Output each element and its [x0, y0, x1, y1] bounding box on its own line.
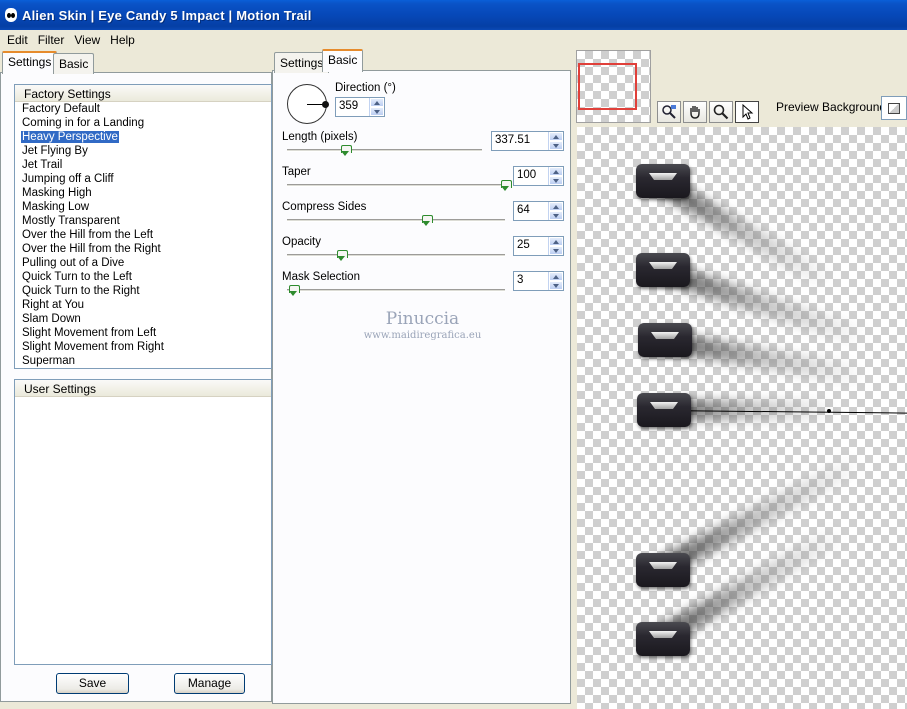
navigator-thumbnail[interactable] [576, 50, 651, 123]
preset-item[interactable]: Heavy Perspective [15, 130, 271, 144]
menu-view[interactable]: View [69, 33, 105, 47]
menu-help[interactable]: Help [105, 33, 140, 47]
taper-label: Taper [282, 166, 311, 178]
length-label: Length (pixels) [282, 131, 358, 143]
mask-selection-label: Mask Selection [282, 271, 360, 283]
tab-basic-mid[interactable]: Basic [322, 49, 364, 72]
compress-sides-field[interactable]: 64 [513, 201, 564, 221]
direction-guide-handle[interactable] [827, 409, 831, 413]
trail-object-2 [636, 253, 690, 287]
tab-basic-left[interactable]: Basic [53, 53, 95, 74]
title-bar: Alien Skin | Eye Candy 5 Impact | Motion… [0, 0, 907, 30]
length-slider-thumb[interactable] [341, 145, 352, 156]
factory-settings-header: Factory Settings [15, 85, 271, 102]
taper-slider-track[interactable] [287, 184, 505, 187]
taper-slider-thumb[interactable] [500, 180, 512, 191]
opacity-field[interactable]: 25 [513, 236, 564, 256]
compress-sides-slider-track[interactable] [287, 219, 505, 222]
preset-item[interactable]: Coming in for a Landing [15, 116, 271, 130]
save-button[interactable]: Save [56, 673, 129, 694]
hand-tool-icon[interactable] [683, 101, 707, 123]
watermark-name: Pinuccia [385, 309, 460, 329]
taper-field[interactable]: 100 [513, 166, 564, 186]
mask-selection-field[interactable]: 3 [513, 271, 564, 291]
user-settings-header: User Settings [15, 380, 271, 397]
settings-panel: Factory Settings Factory Default Coming i… [0, 72, 272, 702]
trail-object-3 [638, 323, 692, 357]
watermark-url: www.maidiregrafica.eu [363, 330, 482, 341]
direction-field[interactable]: 359 [335, 97, 385, 117]
factory-settings-list[interactable]: Factory Settings Factory Default Coming i… [14, 84, 272, 369]
preset-item[interactable]: Superman [15, 354, 271, 368]
trail-object-1 [636, 164, 690, 198]
preview-background-swatch[interactable] [881, 96, 907, 120]
trail-object-4 [637, 393, 691, 427]
opacity-slider-track[interactable] [287, 254, 505, 257]
preset-item[interactable]: Jet Flying By [15, 144, 271, 158]
window-title: Alien Skin | Eye Candy 5 Impact | Motion… [22, 7, 312, 23]
alien-skin-icon [4, 7, 18, 23]
preset-item[interactable]: Pulling out of a Dive [15, 256, 271, 270]
compress-sides-label: Compress Sides [282, 201, 367, 213]
preset-item[interactable]: Masking Low [15, 200, 271, 214]
length-field[interactable]: 337.51 [491, 131, 564, 151]
direction-label: Direction (°) [335, 82, 396, 94]
length-slider-track[interactable] [287, 149, 482, 152]
preset-item[interactable]: Factory Default [15, 102, 271, 116]
preview-area: Preview Background: [575, 49, 907, 709]
preview-background-label: Preview Background: [776, 100, 890, 114]
preset-item[interactable]: Over the Hill from the Left [15, 228, 271, 242]
navigator-view-rect[interactable] [578, 63, 637, 110]
zoom-fit-tool[interactable] [657, 101, 681, 123]
preset-item[interactable]: Slam Down [15, 312, 271, 326]
preset-item[interactable]: Slight Movement from Left [15, 326, 271, 340]
direction-dial[interactable] [287, 84, 329, 124]
preset-item[interactable]: Jumping off a Cliff [15, 172, 271, 186]
opacity-slider-thumb[interactable] [337, 250, 348, 261]
menu-bar: Edit Filter View Help [0, 30, 907, 49]
opacity-label: Opacity [282, 236, 321, 248]
mask-selection-slider-track[interactable] [287, 289, 505, 292]
preset-item[interactable]: Quick Turn to the Left [15, 270, 271, 284]
manage-button[interactable]: Manage [174, 673, 245, 694]
preset-items: Factory Default Coming in for a Landing He… [15, 102, 271, 368]
menu-edit[interactable]: Edit [2, 33, 33, 47]
preview-canvas[interactable] [577, 127, 907, 709]
zoom-tool-icon[interactable] [709, 101, 733, 123]
preset-item[interactable]: Masking High [15, 186, 271, 200]
mask-selection-slider-thumb[interactable] [289, 285, 301, 296]
preset-item[interactable]: Slight Movement from Right [15, 340, 271, 354]
preset-item[interactable]: Jet Trail [15, 158, 271, 172]
compress-sides-slider-thumb[interactable] [422, 215, 434, 226]
pointer-tool-icon[interactable] [735, 101, 759, 123]
preset-item[interactable]: Right at You [15, 298, 271, 312]
trail-object-6 [636, 622, 690, 656]
menu-filter[interactable]: Filter [33, 33, 70, 47]
preset-item[interactable]: Over the Hill from the Right [15, 242, 271, 256]
trail-object-5 [636, 553, 690, 587]
tab-settings-left[interactable]: Settings [2, 51, 58, 74]
user-settings-list[interactable]: User Settings [14, 379, 272, 665]
basic-panel: Direction (°) 359 Length (pixels) 337.51… [272, 70, 571, 704]
preset-item[interactable]: Mostly Transparent [15, 214, 271, 228]
preset-item[interactable]: Quick Turn to the Right [15, 284, 271, 298]
